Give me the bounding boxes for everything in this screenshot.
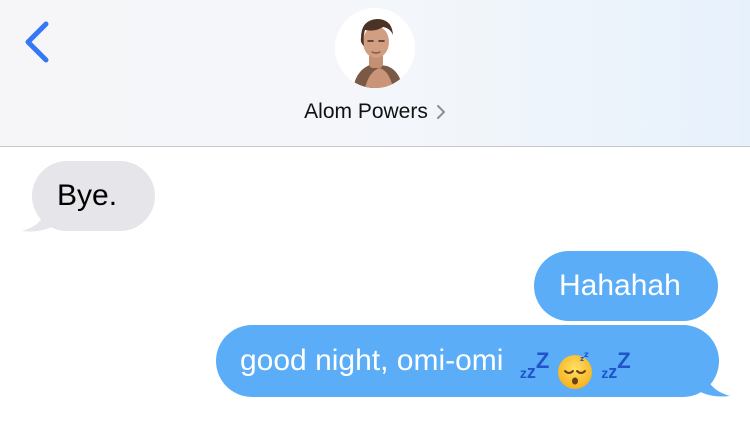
message-bubble-outgoing[interactable]: Hahahah [534,251,718,321]
message-text: Hahahah [559,269,681,302]
sleeping-face-icon: z z [558,351,593,389]
contact-photo [335,8,415,88]
message-bubble-outgoing[interactable]: good night, omi-omi zzZ z z zzZ [216,325,719,397]
message-text: Bye. [57,179,118,212]
zzz-icon: zzZ [601,348,631,382]
emoji-group: zzZ z z zzZ [519,348,631,391]
contact-name-button[interactable]: Alom Powers [0,98,750,126]
conversation-header: Alom Powers [0,0,750,147]
contact-name: Alom Powers [304,100,428,123]
chevron-right-icon [436,105,445,119]
avatar[interactable] [335,8,415,88]
message-bubble-incoming[interactable]: Bye. [32,161,155,231]
chevron-left-icon[interactable] [18,16,58,66]
svg-text:z: z [584,351,589,359]
message-text: good night, omi-omi [240,344,504,377]
zzz-icon: zzZ [519,348,550,382]
